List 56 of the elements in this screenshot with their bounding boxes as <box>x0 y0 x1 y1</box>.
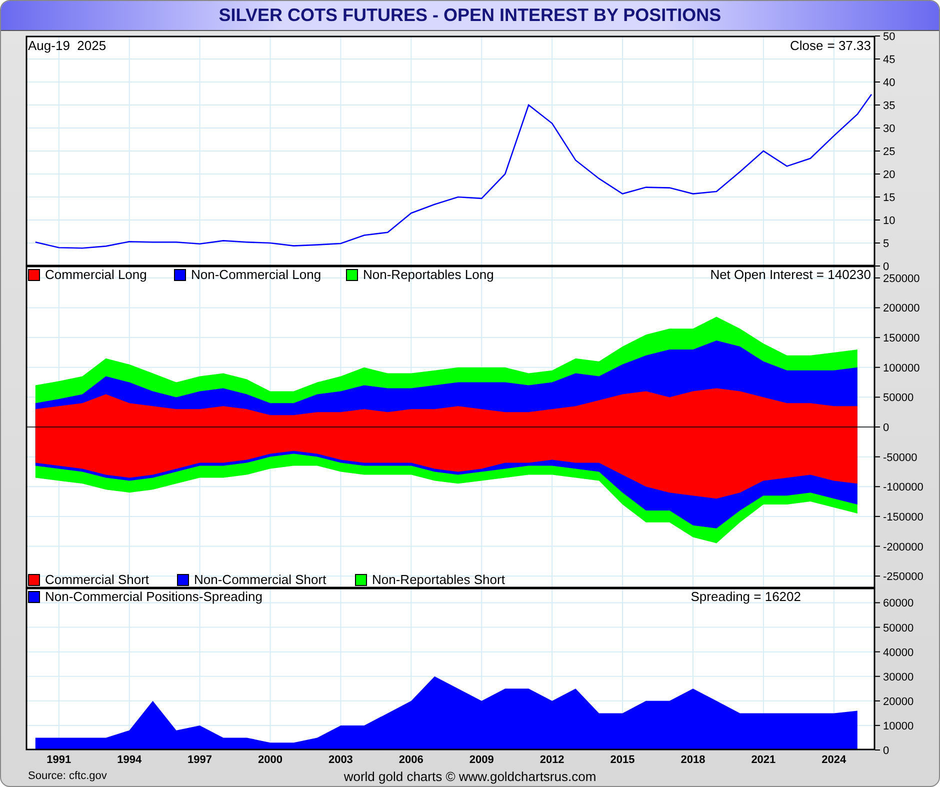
axis-tick-label: 10 <box>883 215 896 227</box>
legend-label: Non-Reportables Long <box>363 267 494 282</box>
axis-tick-label: 50000 <box>883 622 914 634</box>
axis-tick-label: 200000 <box>883 302 920 315</box>
axis-tick-label: 2003 <box>328 754 353 766</box>
axis-tick-label: 35 <box>883 100 896 112</box>
axis-tick-label: 20 <box>883 169 896 181</box>
axis-tick-label: 60000 <box>883 598 914 610</box>
legend-label: Commercial Long <box>45 267 147 282</box>
axis-tick-label: 1991 <box>46 754 72 766</box>
axis-tick-label: 2015 <box>610 754 635 766</box>
chart-date: Aug-19 2025 <box>28 38 106 53</box>
axis-tick-label: 2009 <box>469 754 494 766</box>
series-name: Close <box>790 38 824 53</box>
axis-tick-label: 15 <box>883 192 896 204</box>
legend-label: Non-Commercial Positions-Spreading <box>45 589 262 604</box>
axis-tick-label: 40000 <box>883 646 914 659</box>
axis-tick-label: 2000 <box>258 754 282 766</box>
source-note: Source: cftc.gov <box>28 770 107 782</box>
axis-tick-label: -50000 <box>883 452 918 464</box>
axis-tick-label: -150000 <box>883 511 924 524</box>
axis-tick-label: 50000 <box>883 392 914 404</box>
chart-reading: = 37.33 <box>827 38 871 53</box>
axis-tick-label: -250000 <box>883 571 924 584</box>
axis-tick-label: 30 <box>883 123 896 135</box>
legend-label: Commercial Short <box>45 572 150 587</box>
axis-tick-label: 25 <box>883 146 896 158</box>
credit-note: world gold charts © www.goldchartsrus.com <box>344 768 596 784</box>
axis-tick-label: 0 <box>883 261 890 273</box>
axis-tick-label: 10000 <box>883 720 914 732</box>
axis-tick-label: 2018 <box>680 754 706 766</box>
axis-tick-label: 5 <box>883 238 890 250</box>
axis-tick-label: 1997 <box>188 754 212 766</box>
legend-label: Non-Reportables Short <box>372 572 505 587</box>
axis-tick-label: 100000 <box>883 362 920 374</box>
axis-tick-label: 1994 <box>117 754 142 766</box>
axis-tick-label: 0 <box>883 422 890 434</box>
axis-tick-label: 2012 <box>540 754 564 766</box>
axis-tick-label: 45 <box>883 54 896 66</box>
axis-tick-label: 40 <box>883 77 896 89</box>
chart-reading: Net Open Interest = 140230 <box>710 267 871 282</box>
axis-tick-label: 250000 <box>883 272 920 285</box>
axis-tick-label: 2021 <box>751 754 776 766</box>
axis-tick-label: 2024 <box>822 754 846 766</box>
legend-label: Non-Commercial Long <box>191 267 322 282</box>
chart-reading: Spreading = 16202 <box>690 589 801 604</box>
axis-tick-label: 20000 <box>883 696 914 708</box>
chart-title: SILVER COTS FUTURES - OPEN INTEREST BY POSITIONS <box>218 5 722 26</box>
axis-tick-label: -100000 <box>883 482 924 494</box>
axis-tick-label: 50 <box>883 31 896 43</box>
axis-tick-label: 0 <box>883 745 890 757</box>
axis-tick-label: 150000 <box>883 332 920 345</box>
axis-tick-label: -200000 <box>883 541 924 554</box>
axis-tick-label: 2006 <box>398 754 424 766</box>
legend-label: Non-Commercial Short <box>194 572 326 587</box>
axis-tick-label: 30000 <box>883 671 914 684</box>
